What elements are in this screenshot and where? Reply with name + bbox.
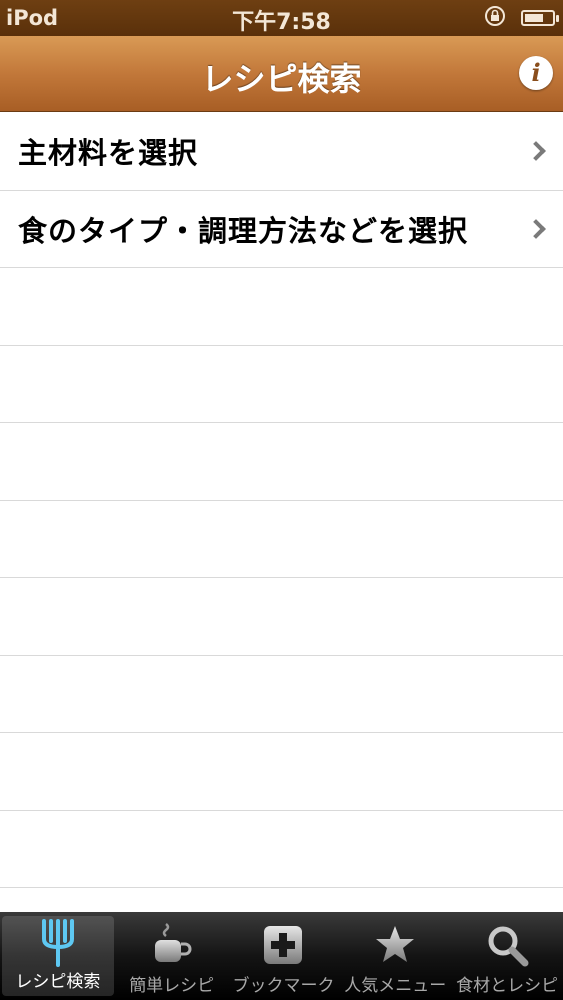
plus-box-icon <box>253 919 313 971</box>
tab-label: 簡単レシピ <box>129 976 215 996</box>
tab-bar: レシピ検索 簡単レシピ ブックマーク 人気メニュー 食材とレシピ <box>0 912 563 1000</box>
star-icon <box>365 919 425 971</box>
tab-label: ブックマーク <box>232 976 335 996</box>
status-right <box>483 4 559 33</box>
carrier-label: iPod <box>6 6 59 30</box>
list-item-food-type[interactable]: 食のタイプ・調理方法などを選択 <box>0 191 563 268</box>
empty-row <box>0 268 563 346</box>
tab-label: レシピ検索 <box>15 972 101 992</box>
list-item-main-ingredient[interactable]: 主材料を選択 <box>0 113 563 191</box>
tab-easy-recipe[interactable]: 簡単レシピ <box>116 912 228 1000</box>
chevron-right-icon <box>526 218 546 239</box>
list-item-label: 主材料を選択 <box>18 136 199 171</box>
empty-row <box>0 346 563 423</box>
tab-bookmark[interactable]: ブックマーク <box>228 912 340 1000</box>
tab-label: 食材とレシピ <box>456 976 559 996</box>
status-time: 下午7:58 <box>232 10 331 35</box>
tab-recipe-search[interactable]: レシピ検索 <box>2 916 114 996</box>
empty-row <box>0 733 563 811</box>
empty-row <box>0 578 563 656</box>
tab-ingredients-recipe[interactable]: 食材とレシピ <box>451 912 563 1000</box>
fork-icon <box>28 916 88 967</box>
empty-row <box>0 501 563 578</box>
empty-row <box>0 656 563 733</box>
page-title: レシピ検索 <box>201 60 362 98</box>
tab-label: 人気メニュー <box>344 976 447 996</box>
nav-bar: レシピ検索 i <box>0 36 563 112</box>
battery-icon <box>521 10 559 26</box>
coffee-cup-icon <box>142 919 202 971</box>
empty-row <box>0 423 563 501</box>
search-icon <box>477 919 537 971</box>
status-bar: iPod 下午7:58 <box>0 0 563 36</box>
info-button[interactable]: i <box>519 56 553 90</box>
chevron-right-icon <box>526 141 546 162</box>
empty-row <box>0 811 563 888</box>
menu-list: 主材料を選択 食のタイプ・調理方法などを選択 <box>0 113 563 888</box>
rotation-lock-icon <box>483 4 507 33</box>
list-item-label: 食のタイプ・調理方法などを選択 <box>18 213 469 248</box>
tab-popular-menu[interactable]: 人気メニュー <box>339 912 451 1000</box>
